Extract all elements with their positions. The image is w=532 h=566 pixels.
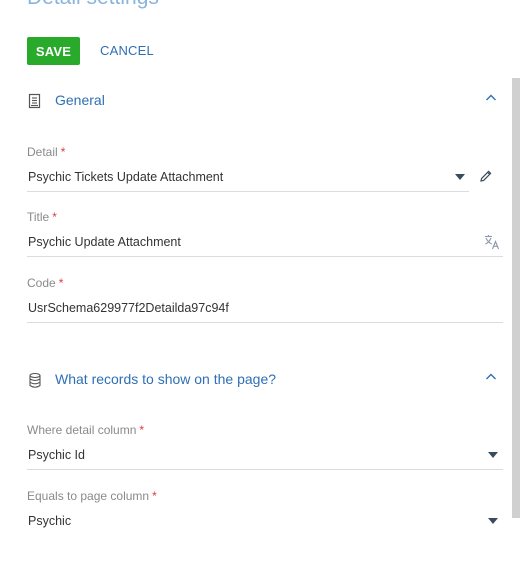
- dropdown-caret-icon[interactable]: [488, 452, 498, 458]
- where-detail-column-select[interactable]: Psychic Id: [27, 447, 503, 470]
- database-icon: [27, 372, 43, 389]
- where-detail-column-label: Where detail column *: [27, 423, 145, 437]
- title-input[interactable]: Psychic Update Attachment: [27, 234, 503, 257]
- title-value: Psychic Update Attachment: [28, 235, 181, 249]
- title-field: Title * Psychic Update Attachment: [27, 210, 503, 257]
- detail-field: Detail * Psychic Tickets Update Attachmen…: [27, 145, 503, 192]
- chevron-up-icon[interactable]: [485, 370, 497, 382]
- detail-value: Psychic Tickets Update Attachment: [28, 170, 224, 184]
- where-detail-column-value: Psychic Id: [28, 448, 85, 462]
- section-records-title: What records to show on the page?: [55, 371, 277, 387]
- scrollbar[interactable]: [512, 78, 520, 518]
- save-button[interactable]: SAVE: [27, 37, 80, 65]
- chevron-up-icon[interactable]: [485, 91, 497, 103]
- dropdown-caret-icon[interactable]: [455, 174, 465, 180]
- equals-to-page-column-label: Equals to page column *: [27, 489, 157, 503]
- code-label: Code *: [27, 276, 64, 290]
- section-records-header[interactable]: What records to show on the page?: [27, 369, 503, 393]
- pencil-icon[interactable]: [479, 169, 493, 183]
- title-label: Title *: [27, 210, 57, 224]
- equals-to-page-column-select[interactable]: Psychic: [27, 513, 503, 536]
- equals-to-page-column-value: Psychic: [28, 514, 72, 528]
- section-general-title: General: [55, 92, 105, 108]
- code-input[interactable]: UsrSchema629977f2Detailda97c94f: [27, 300, 503, 323]
- section-general-header[interactable]: General: [27, 90, 503, 114]
- detail-settings-page: Detail settings SAVE CANCEL General Deta…: [0, 0, 532, 566]
- equals-to-page-column-field: Equals to page column * Psychic: [27, 489, 503, 536]
- scrollbar-thumb[interactable]: [512, 78, 520, 518]
- document-icon: [27, 93, 43, 110]
- detail-select[interactable]: Psychic Tickets Update Attachment: [27, 169, 469, 192]
- cancel-button[interactable]: CANCEL: [100, 37, 154, 65]
- where-detail-column-field: Where detail column * Psychic Id: [27, 423, 503, 470]
- translate-icon[interactable]: [484, 234, 500, 250]
- detail-label: Detail *: [27, 145, 66, 159]
- code-value: UsrSchema629977f2Detailda97c94f: [28, 301, 229, 315]
- code-field: Code * UsrSchema629977f2Detailda97c94f: [27, 276, 503, 323]
- page-title: Detail settings: [27, 0, 159, 10]
- dropdown-caret-icon[interactable]: [488, 518, 498, 524]
